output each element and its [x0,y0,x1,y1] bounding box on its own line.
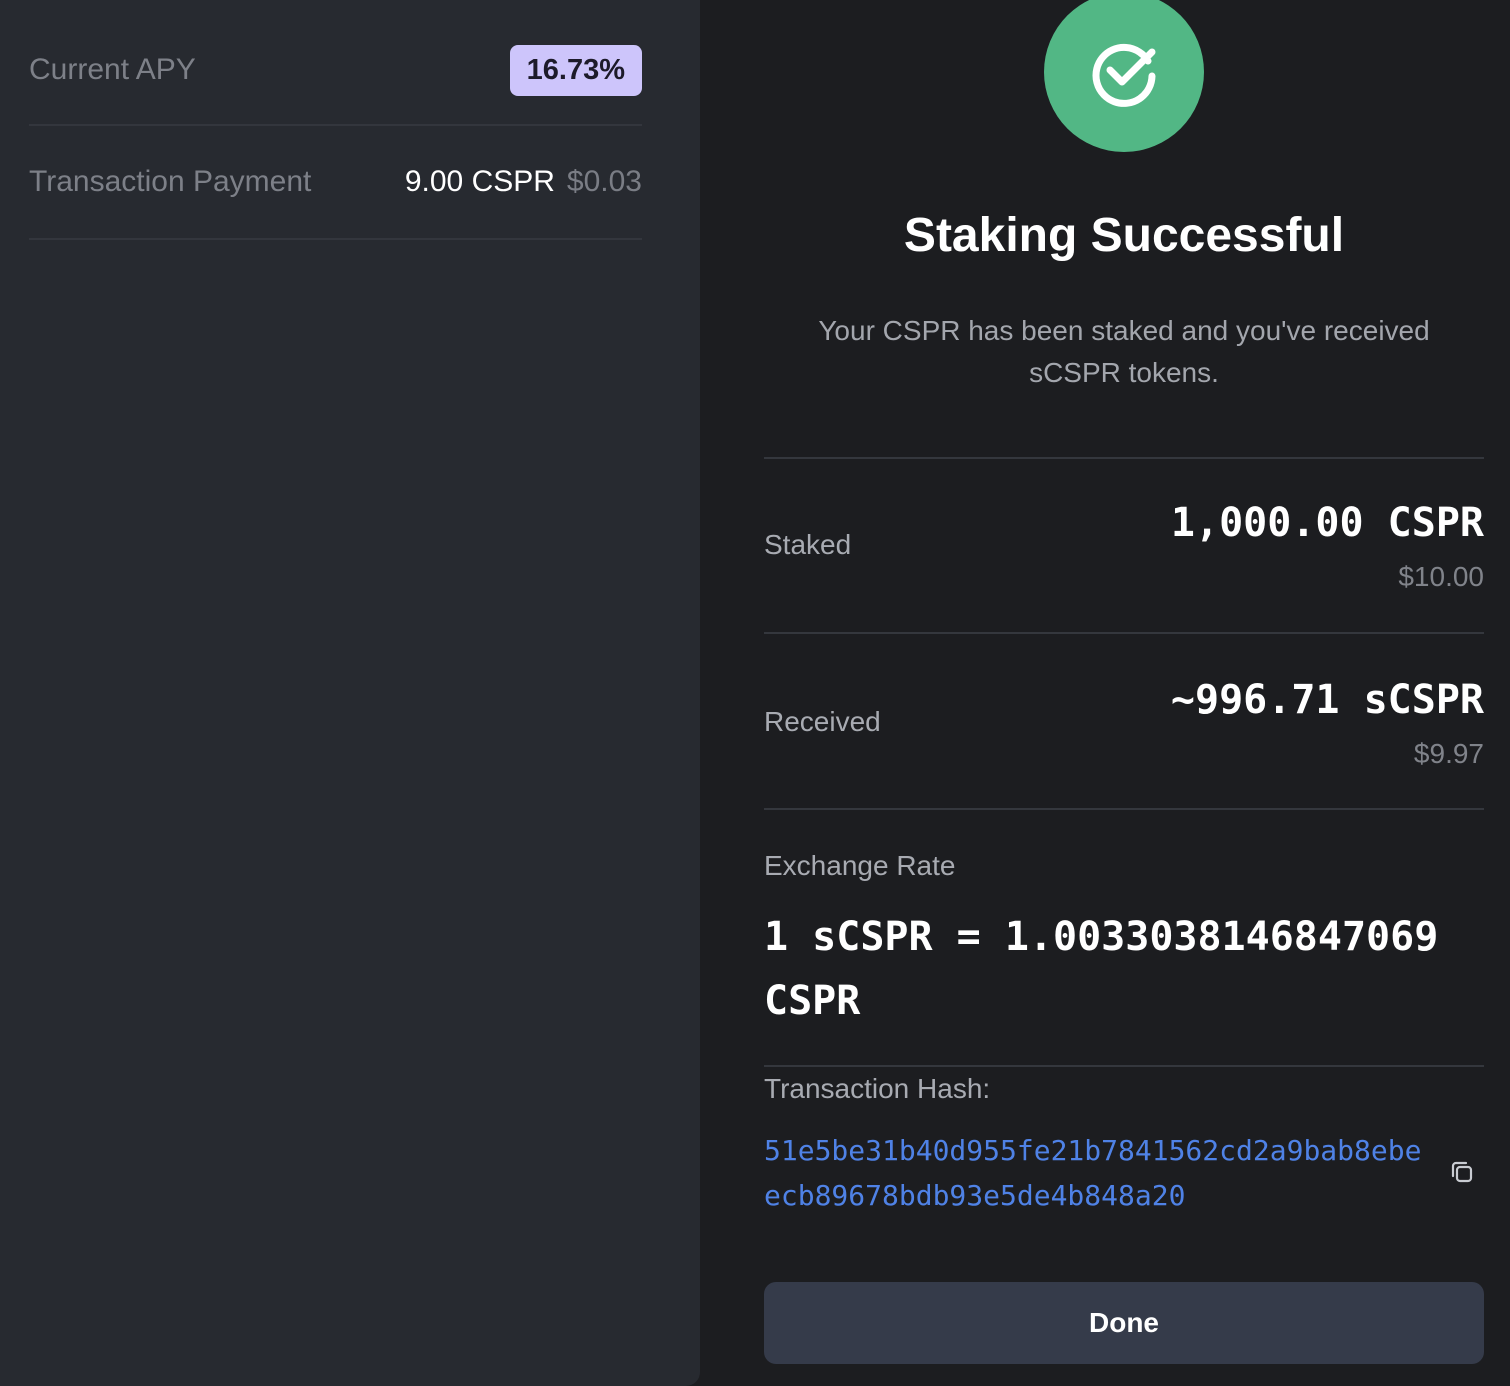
check-circle-icon [1092,43,1156,107]
divider [764,457,1484,459]
divider [764,632,1484,634]
transaction-hash-label: Transaction Hash: [764,1073,991,1104]
current-apy-row: Current APY 16.73% [29,16,642,126]
modal-title: Staking Successful [903,209,1345,262]
success-badge [1044,0,1204,152]
current-apy-label: Current APY [29,53,196,86]
transaction-payment-label: Transaction Payment [29,165,312,198]
exchange-rate-value: 1 sCSPR = 1.0033038146847069 CSPR [764,914,1439,1024]
copy-hash-button[interactable] [1448,1158,1476,1186]
exchange-rate-label: Exchange Rate [764,850,956,881]
done-button[interactable]: Done [764,1282,1484,1364]
divider [764,808,1484,810]
received-fiat: $9.97 [1413,738,1484,769]
modal-subtitle: Your CSPR has been staked and you've rec… [818,315,1430,388]
received-value: ~996.71 sCSPR [1170,677,1484,723]
copy-icon [1451,1161,1473,1183]
divider [764,1065,1484,1067]
received-label: Received [764,706,881,737]
staking-success-modal: Staking Successful Your CSPR has been st… [700,0,1510,1386]
payment-amount: 9.00 CSPR [404,165,555,198]
payment-fiat: $0.03 [566,165,642,198]
staked-label: Staked [764,529,852,560]
apy-badge: 16.73% [509,44,642,96]
transaction-payment-row: Transaction Payment 9.00 CSPR $0.03 [29,126,642,240]
transaction-payment-value: 9.00 CSPR $0.03 [405,165,642,199]
staked-value: 1,000.00 CSPR [1170,500,1484,546]
staking-summary-panel: Current APY 16.73% Transaction Payment 9… [0,0,700,1386]
page: Current APY 16.73% Transaction Payment 9… [0,0,1510,1386]
transaction-hash-link[interactable]: 51e5be31b40d955fe21b7841562cd2a9bab8ebee… [764,1128,1434,1218]
staked-fiat: $10.00 [1398,561,1484,592]
